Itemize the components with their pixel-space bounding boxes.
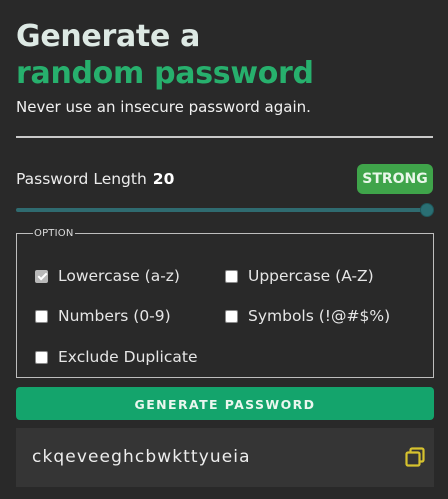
symbols-label: Symbols (!@#$%) [248, 307, 391, 325]
strength-badge: STRONG [357, 164, 433, 194]
password-length-label: Password Length [16, 170, 147, 188]
option-lowercase[interactable]: Lowercase (a-z) [35, 267, 180, 285]
uppercase-checkbox[interactable] [225, 269, 238, 283]
password-generator-card: Generate a random password Never use an … [0, 0, 448, 499]
numbers-checkbox[interactable] [35, 309, 48, 323]
lowercase-label: Lowercase (a-z) [58, 267, 180, 285]
title-line-1: Generate a [16, 19, 201, 54]
generated-password: ckqeveeghcbwkttyueia [32, 447, 251, 467]
option-uppercase[interactable]: Uppercase (A-Z) [225, 267, 374, 285]
numbers-label: Numbers (0-9) [58, 307, 171, 325]
option-numbers[interactable]: Numbers (0-9) [35, 307, 171, 325]
lowercase-checkbox[interactable] [35, 269, 48, 283]
generate-password-button[interactable]: GENERATE PASSWORD [16, 387, 434, 420]
slider-track[interactable] [16, 208, 426, 212]
subtitle: Never use an insecure password again. [16, 98, 311, 116]
divider [16, 136, 433, 138]
copy-icon[interactable] [404, 446, 426, 468]
option-exclude-duplicate[interactable]: Exclude Duplicate [35, 348, 198, 366]
exclude-duplicate-label: Exclude Duplicate [58, 348, 198, 366]
options-group: OPTION Lowercase (a-z) Uppercase (A-Z) N… [16, 228, 434, 378]
password-length-slider[interactable] [16, 200, 434, 220]
exclude-duplicate-checkbox[interactable] [35, 350, 48, 364]
options-legend: OPTION [34, 228, 74, 239]
title-line-2: random password [16, 56, 314, 91]
option-symbols[interactable]: Symbols (!@#$%) [225, 307, 390, 325]
uppercase-label: Uppercase (A-Z) [248, 267, 374, 285]
password-output: ckqeveeghcbwkttyueia [16, 428, 434, 487]
symbols-checkbox[interactable] [225, 309, 238, 323]
password-length-row: Password Length 20 [16, 170, 174, 188]
slider-thumb[interactable] [420, 203, 434, 217]
page-title: Generate a random password [16, 18, 314, 92]
password-length-value: 20 [152, 170, 175, 188]
